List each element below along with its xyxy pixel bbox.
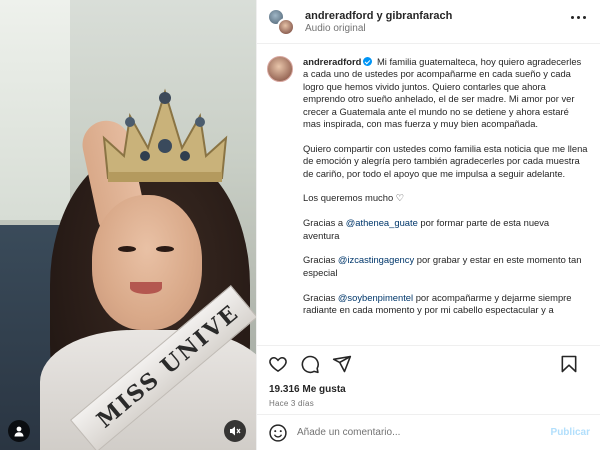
verified-icon	[363, 57, 373, 66]
thanks-line: Gracias a @athenea_guate por formar part…	[303, 217, 588, 242]
emoji-icon[interactable]	[267, 422, 289, 444]
mention-link[interactable]: @athenea_guate	[346, 217, 418, 228]
right-eye	[156, 246, 174, 252]
comment-bar: Publicar	[257, 414, 600, 450]
more-icon[interactable]	[571, 16, 586, 19]
thanks-prefix: Gracias	[303, 254, 338, 266]
crown-image	[102, 88, 228, 182]
left-eye	[118, 246, 136, 252]
mention-link[interactable]: @izcastingagency	[338, 254, 414, 265]
post-media[interactable]: MISS UNIVE	[0, 0, 256, 450]
bookmark-icon[interactable]	[558, 353, 580, 375]
mute-icon[interactable]	[224, 420, 246, 442]
post-time[interactable]: Hace 3 días	[257, 397, 600, 414]
thanks-prefix: Gracias a	[303, 217, 346, 229]
thanks-prefix: Gracias	[303, 291, 338, 303]
caption-paragraph-2: Quiero compartir con ustedes como famili…	[303, 142, 588, 179]
share-icon[interactable]	[331, 353, 353, 375]
header-usernames[interactable]: andreradford y gibranfarach	[305, 9, 452, 23]
header-text: andreradford y gibranfarach Audio origin…	[305, 9, 452, 35]
thanks-line: Gracias @soybenpimentel por acompañarme …	[303, 292, 588, 317]
post-dialog: MISS UNIVE andreradford y gibranfarach A…	[0, 0, 600, 450]
avatar[interactable]	[267, 56, 293, 82]
person-tag-icon[interactable]	[8, 420, 30, 442]
face	[92, 195, 202, 330]
likes-count[interactable]: 19.316 Me gusta	[257, 381, 600, 397]
caption: andreradford Mi familia guatemalteca, ho…	[303, 56, 588, 345]
background-window	[0, 0, 70, 220]
lips	[130, 282, 162, 294]
post-header: andreradford y gibranfarach Audio origin…	[257, 0, 600, 44]
mention-link[interactable]: @soybenpimentel	[338, 292, 413, 303]
avatar[interactable]	[277, 17, 295, 36]
post-panel: andreradford y gibranfarach Audio origin…	[256, 0, 600, 450]
caption-area: andreradford Mi familia guatemalteca, ho…	[257, 44, 600, 345]
collab-avatars[interactable]	[267, 7, 295, 36]
caption-username[interactable]: andreradford	[303, 56, 361, 67]
heart-icon[interactable]	[267, 353, 289, 375]
caption-paragraph-3: Los queremos mucho ♡	[303, 192, 405, 204]
thanks-line: Gracias @izcastingagency por grabar y es…	[303, 254, 588, 279]
comment-input[interactable]	[297, 427, 551, 438]
audio-label[interactable]: Audio original	[305, 23, 452, 35]
publish-button[interactable]: Publicar	[551, 427, 590, 438]
action-bar	[257, 345, 600, 381]
comment-icon[interactable]	[299, 353, 321, 375]
caption-paragraph-1: andreradford Mi familia guatemalteca, ho…	[303, 56, 588, 130]
